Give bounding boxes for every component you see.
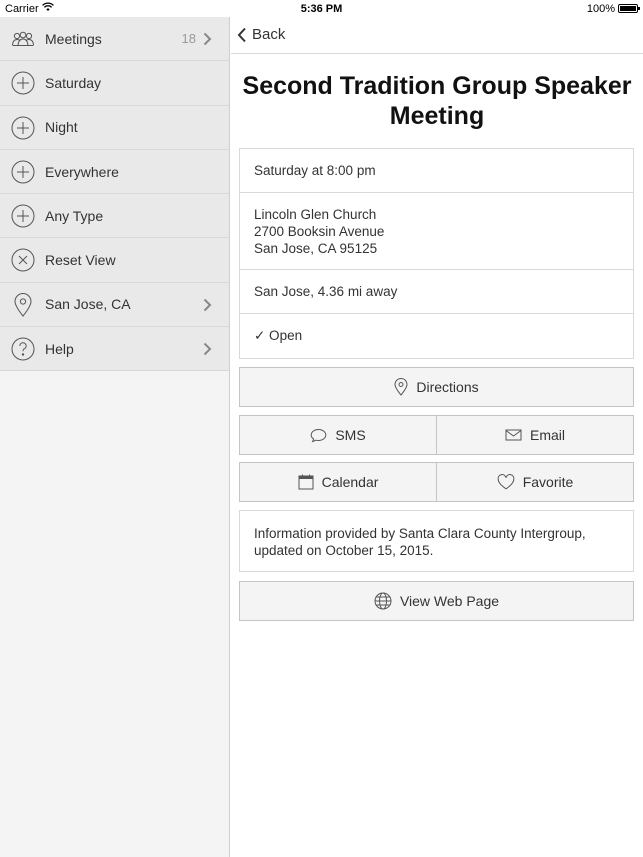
calendar-button[interactable]: Calendar (239, 462, 437, 502)
meeting-status-row: ✓ Open (240, 314, 633, 358)
meeting-time: Saturday at 8:00 pm (254, 163, 376, 178)
sidebar-item-everywhere[interactable]: Everywhere (0, 149, 229, 195)
sidebar-item-label: Any Type (45, 207, 104, 224)
battery-percentage: 100% (586, 3, 615, 15)
address-line-2: San Jose, CA 95125 (254, 240, 378, 256)
sidebar-item-label: Saturday (45, 74, 102, 91)
view-web-page-button[interactable]: View Web Page (239, 581, 634, 621)
location-pin-icon (11, 292, 35, 317)
sidebar-item-label: Meetings (45, 30, 102, 47)
plus-circle-icon (11, 204, 35, 228)
sidebar-item-label: Everywhere (45, 163, 119, 180)
sidebar-item-label: Reset View (45, 252, 116, 269)
sidebar-item-any-type[interactable]: Any Type (0, 194, 229, 239)
battery-icon (618, 4, 640, 13)
chevron-right-icon (203, 32, 212, 46)
location-pin-icon (394, 378, 408, 396)
sidebar-item-night[interactable]: Night (0, 105, 229, 150)
directions-label: Directions (416, 379, 479, 395)
data-source-note: Information provided by Santa Clara Coun… (239, 510, 634, 572)
plus-circle-icon (11, 160, 35, 184)
meeting-detail-panel: Back Second Tradition Group Speaker Meet… (231, 17, 643, 857)
sidebar-item-location[interactable]: San Jose, CA (0, 282, 229, 328)
email-label: Email (529, 427, 565, 443)
back-button[interactable]: Back (237, 26, 285, 43)
meeting-open-status: ✓ Open (254, 328, 303, 343)
email-button[interactable]: Email (436, 415, 634, 455)
sidebar-item-help[interactable]: Help (0, 327, 229, 372)
back-label: Back (252, 26, 286, 43)
view-web-page-label: View Web Page (399, 593, 500, 609)
sidebar: Meetings 18 Saturday Night Everywhere An… (0, 17, 230, 857)
clock-label: 5:36 PM (300, 3, 343, 15)
status-bar: Carrier 5:36 PM 100% (0, 0, 643, 17)
plus-circle-icon (11, 116, 35, 140)
calendar-label: Calendar (321, 474, 379, 490)
people-icon (11, 27, 35, 51)
chevron-right-icon (203, 298, 212, 312)
location-name: Lincoln Glen Church (254, 206, 377, 222)
envelope-icon (505, 429, 522, 441)
meeting-address-row[interactable]: Lincoln Glen Church 2700 Booksin Avenue … (240, 193, 633, 270)
question-circle-icon (11, 337, 35, 361)
directions-button[interactable]: Directions (239, 367, 634, 407)
sidebar-item-meetings[interactable]: Meetings 18 (0, 17, 229, 62)
sidebar-item-label: San Jose, CA (45, 296, 131, 313)
speech-bubble-icon (311, 428, 327, 443)
navigation-bar: Back (231, 17, 643, 54)
calendar-icon (298, 474, 314, 490)
plus-circle-icon (11, 71, 35, 95)
sidebar-item-reset-view[interactable]: Reset View (0, 238, 229, 283)
globe-icon (374, 592, 392, 610)
address-line-1: 2700 Booksin Avenue (254, 223, 385, 239)
x-circle-icon (11, 248, 35, 272)
meeting-time-row: Saturday at 8:00 pm (240, 149, 633, 193)
sidebar-item-label: Help (45, 340, 74, 357)
chevron-left-icon (237, 27, 246, 42)
heart-icon (497, 474, 515, 490)
meetings-count-badge: 18 (181, 31, 196, 47)
sidebar-item-saturday[interactable]: Saturday (0, 61, 229, 106)
favorite-button[interactable]: Favorite (436, 462, 634, 502)
sidebar-item-label: Night (45, 119, 78, 136)
meeting-distance-row: San Jose, 4.36 mi away (240, 270, 633, 314)
chevron-right-icon (203, 342, 212, 356)
sms-button[interactable]: SMS (239, 415, 437, 455)
favorite-label: Favorite (522, 474, 574, 490)
meeting-info-card: Saturday at 8:00 pm Lincoln Glen Church … (239, 148, 634, 359)
meeting-distance: San Jose, 4.36 mi away (254, 284, 398, 299)
sms-label: SMS (335, 427, 366, 443)
